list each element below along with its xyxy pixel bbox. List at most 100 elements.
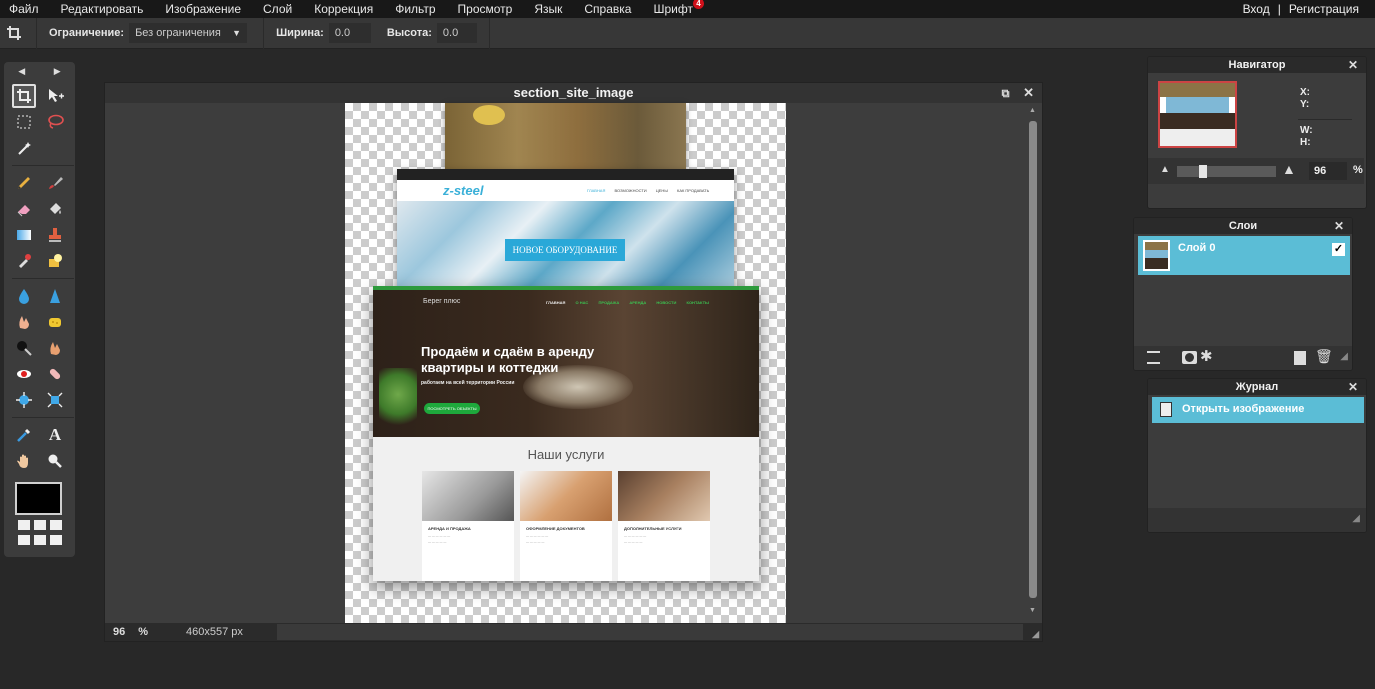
grid-icon[interactable]: [18, 520, 64, 548]
sponge-tool-icon[interactable]: [43, 310, 67, 334]
zoom-slider-knob[interactable]: [1199, 165, 1207, 178]
scroll-down-icon[interactable]: ▼: [1029, 607, 1036, 614]
layer-visibility-checkbox[interactable]: ✓: [1332, 243, 1345, 256]
navigator-thumbnail[interactable]: [1158, 81, 1237, 148]
navigator-panel: Навигатор ✕ X: Y: W: H: ▲ ▲ 96 %: [1147, 56, 1367, 209]
z-steel-logo: z-steel: [443, 183, 484, 198]
hand-tool-icon[interactable]: [12, 449, 36, 473]
zoom-value[interactable]: 96: [113, 626, 125, 638]
canvas-area[interactable]: z-steel ГЛАВНАЯ ВОЗМОЖНОСТИ ЦЕНЫ КАК ПРО…: [105, 103, 1024, 623]
plant-image: [379, 368, 417, 434]
history-item[interactable]: Открыть изображение: [1152, 397, 1364, 423]
menu-view[interactable]: Просмотр: [458, 2, 513, 16]
hero-subtitle: работаем на всей территории России: [421, 380, 515, 386]
pencil-tool-icon[interactable]: [12, 171, 36, 195]
services-cards: АРЕНДА И ПРОДАЖА — — — — — — — — — — — О…: [373, 471, 759, 581]
close-icon[interactable]: ✕: [1348, 57, 1358, 73]
move-tool-icon[interactable]: [43, 84, 67, 108]
close-icon[interactable]: ✕: [1334, 218, 1344, 234]
site-nav: z-steel ГЛАВНАЯ ВОЗМОЖНОСТИ ЦЕНЫ КАК ПРО…: [397, 180, 734, 201]
height-input[interactable]: 0.0: [436, 23, 477, 43]
resize-grip-icon[interactable]: ◢: [1352, 513, 1360, 524]
blur-tool-icon[interactable]: [12, 284, 36, 308]
menu-file[interactable]: Файл: [9, 2, 39, 16]
color-picker-icon[interactable]: [12, 423, 36, 447]
scrollbar-thumb[interactable]: [1029, 121, 1037, 598]
zoom-unit: %: [138, 626, 149, 638]
account-links: Вход | Регистрация: [1239, 2, 1363, 16]
resize-grip-icon[interactable]: ◢: [1340, 351, 1348, 362]
layers-header: Слои ✕: [1134, 218, 1352, 234]
menu-language[interactable]: Язык: [534, 2, 562, 16]
menu-edit[interactable]: Редактировать: [61, 2, 144, 16]
crop-tool-icon[interactable]: [12, 84, 36, 108]
layers-footer: ✱ 🗑 ◢: [1134, 346, 1352, 370]
real-estate-hero: Берег плюс ГЛАВНАЯ О НАС ПРОДАЖА АРЕНДА …: [373, 290, 759, 437]
zoom-in-icon[interactable]: ▲: [1282, 161, 1296, 177]
new-layer-icon[interactable]: [1294, 351, 1306, 365]
pinch-tool-icon[interactable]: [43, 388, 67, 412]
eraser-tool-icon[interactable]: [12, 197, 36, 221]
close-icon[interactable]: ✕: [1348, 379, 1358, 395]
restore-icon[interactable]: ⧉: [1002, 88, 1010, 100]
sharpen-tool-icon[interactable]: [43, 284, 67, 308]
close-icon[interactable]: ✕: [1023, 85, 1034, 100]
scroll-up-icon[interactable]: ▲: [1029, 107, 1036, 114]
open-image-icon: [1160, 402, 1172, 417]
history-title: Журнал: [1235, 381, 1279, 393]
navigator-zoom-input[interactable]: 96: [1309, 162, 1347, 180]
layer-settings-icon[interactable]: [1147, 351, 1160, 364]
screenshot-z-steel: z-steel ГЛАВНАЯ ВОЗМОЖНОСТИ ЦЕНЫ КАК ПРО…: [397, 169, 734, 299]
bloat-tool-icon[interactable]: [12, 388, 36, 412]
clone-stamp-icon[interactable]: [43, 223, 67, 247]
zoom-slider[interactable]: [1177, 165, 1276, 178]
lasso-tool-icon[interactable]: [43, 110, 67, 134]
zoom-out-icon[interactable]: ▲: [1160, 164, 1170, 175]
spot-heal-icon[interactable]: [43, 362, 67, 386]
layer-styles-icon[interactable]: ✱: [1200, 347, 1213, 365]
horizontal-scrollbar[interactable]: [277, 624, 1023, 640]
tool-options-bar: Ограничение: Без ограничения ▼ Ширина: 0…: [0, 17, 1375, 49]
resize-grip-icon[interactable]: ◢: [1032, 629, 1039, 640]
menu-filter[interactable]: Фильтр: [395, 2, 435, 16]
menu-font[interactable]: Шрифт 4: [653, 0, 704, 16]
menu-image[interactable]: Изображение: [165, 2, 241, 16]
site-nav-item: ГЛАВНАЯ: [587, 188, 606, 193]
document-window: section_site_image ⧉ ✕ z-steel ГЛАВНАЯ В…: [104, 82, 1043, 642]
layer-mask-icon[interactable]: [1182, 351, 1197, 364]
primary-color-swatch[interactable]: [15, 482, 62, 515]
constraint-select[interactable]: Без ограничения ▼: [129, 23, 248, 43]
constraint-label: Ограничение:: [49, 27, 125, 39]
image-canvas[interactable]: z-steel ГЛАВНАЯ ВОЗМОЖНОСТИ ЦЕНЫ КАК ПРО…: [345, 103, 786, 623]
layer-row[interactable]: Слой 0 ✓: [1138, 236, 1350, 275]
burn-tool-icon[interactable]: [43, 336, 67, 360]
width-input[interactable]: 0.0: [328, 23, 371, 43]
marquee-tool-icon[interactable]: [12, 110, 36, 134]
site-nav-item: О НАС: [575, 300, 589, 305]
arrow-right-icon[interactable]: ▶: [54, 66, 61, 78]
red-eye-tool-icon[interactable]: [12, 362, 36, 386]
delete-layer-icon[interactable]: 🗑: [1315, 348, 1333, 365]
brush-tool-icon[interactable]: [43, 171, 67, 195]
drawing-tool-icon[interactable]: [43, 249, 67, 273]
color-replace-icon[interactable]: [12, 249, 36, 273]
menu-help[interactable]: Справка: [584, 2, 631, 16]
menu-adjustment[interactable]: Коррекция: [314, 2, 373, 16]
screenshot-top-texture: [445, 103, 686, 170]
paint-bucket-icon[interactable]: [43, 197, 67, 221]
arrow-left-icon[interactable]: ◀: [18, 66, 25, 78]
smudge-tool-icon[interactable]: [12, 310, 36, 334]
register-link[interactable]: Регистрация: [1289, 2, 1359, 16]
logo-sign-image: [473, 105, 505, 125]
magic-wand-icon[interactable]: [12, 136, 36, 160]
type-tool-icon[interactable]: A: [43, 423, 67, 447]
menu-layer[interactable]: Слой: [263, 2, 292, 16]
zoom-tool-icon[interactable]: [43, 449, 67, 473]
link-separator: |: [1277, 2, 1281, 16]
vertical-scrollbar[interactable]: ▲ ▼: [1024, 103, 1042, 623]
gradient-tool-icon[interactable]: [12, 223, 36, 247]
login-link[interactable]: Вход: [1243, 2, 1270, 16]
site-nav-item: ГЛАВНАЯ: [546, 300, 566, 305]
dodge-tool-icon[interactable]: [12, 336, 36, 360]
font-count-badge: 4: [692, 0, 704, 9]
